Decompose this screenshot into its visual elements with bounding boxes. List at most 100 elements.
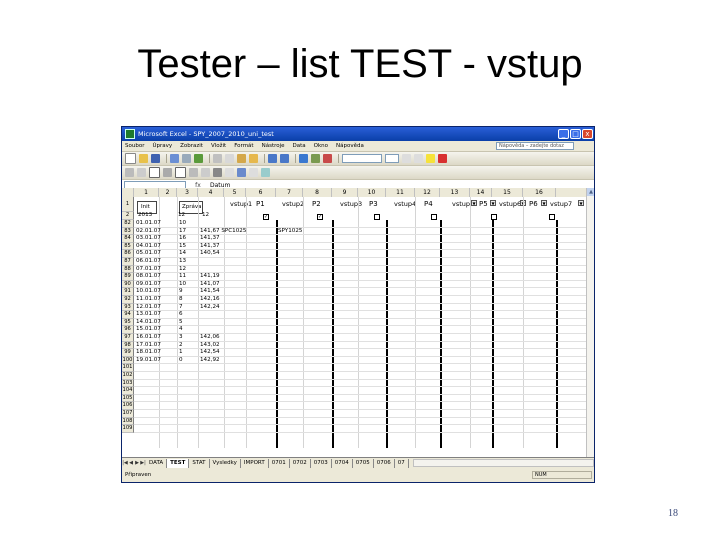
listbox-control-icon[interactable] — [175, 167, 186, 178]
groupbox-control-icon[interactable] — [137, 168, 146, 177]
font-color-icon[interactable] — [438, 154, 447, 163]
cell-date[interactable]: 11.01.07 — [136, 296, 161, 304]
menu-format[interactable]: Formát — [234, 143, 253, 149]
sheet-tab-07[interactable]: 07 — [395, 458, 409, 468]
sheet-tab-0704[interactable]: 0704 — [332, 458, 353, 468]
cell-counter[interactable]: 0 — [179, 357, 183, 365]
row-header-83[interactable]: 83 — [122, 227, 134, 236]
sheet-tab-0703[interactable]: 0703 — [311, 458, 332, 468]
row-header-109[interactable]: 109 — [122, 425, 134, 433]
scroll-up-icon[interactable]: ▲ — [587, 188, 594, 196]
cell-row2-b[interactable]: 12 — [178, 212, 185, 220]
code-icon[interactable] — [237, 168, 246, 177]
cell-counter[interactable]: 14 — [179, 250, 186, 258]
cell-vstup1[interactable]: 141,07 — [200, 281, 220, 289]
cell-counter[interactable]: 4 — [179, 326, 183, 334]
cell-vstup1[interactable]: 142,92 — [200, 357, 220, 365]
row-header-87[interactable]: 87 — [122, 258, 134, 266]
sheet-tab-import[interactable]: IMPORT — [241, 458, 269, 468]
row-header-107[interactable]: 107 — [122, 410, 134, 418]
cell-date[interactable]: 17.01.07 — [136, 342, 161, 350]
cell-row2-c[interactable]: 12 — [202, 212, 209, 220]
maximize-button[interactable]: □ — [570, 129, 581, 139]
row-header-2[interactable]: 2 — [122, 212, 134, 220]
checkbox-p6[interactable] — [549, 214, 555, 220]
cell-vstup1[interactable]: 142,06 — [200, 334, 220, 342]
cell-vstup1[interactable]: 141,37 — [200, 235, 220, 243]
font-size-select[interactable] — [385, 154, 399, 163]
cell-date[interactable]: 14.01.07 — [136, 319, 161, 327]
label-control-icon[interactable] — [125, 168, 134, 177]
fill-color-icon[interactable] — [426, 154, 435, 163]
run-dialog-icon[interactable] — [261, 168, 270, 177]
cell-date[interactable]: 07.01.07 — [136, 266, 161, 274]
cell-counter[interactable]: 6 — [179, 311, 183, 319]
open-icon[interactable] — [139, 154, 148, 163]
checkbox-p4[interactable] — [431, 214, 437, 220]
autosum-icon[interactable] — [299, 154, 308, 163]
sheet-tab-0701[interactable]: 0701 — [269, 458, 290, 468]
row-header-84[interactable]: 84 — [122, 235, 134, 243]
minimize-button[interactable]: _ — [558, 129, 569, 139]
cell-vstup1[interactable]: 142,54 — [200, 349, 220, 357]
menu-zobrazit[interactable]: Zobrazit — [180, 143, 203, 149]
spelling-icon[interactable] — [194, 154, 203, 163]
bold-icon[interactable] — [402, 154, 411, 163]
cut-icon[interactable] — [213, 154, 222, 163]
column-header-1[interactable]: 1 — [134, 188, 159, 197]
horizontal-scrollbar[interactable] — [412, 459, 594, 467]
row-header-104[interactable]: 104 — [122, 387, 134, 395]
print-icon[interactable] — [170, 154, 179, 163]
row-header-103[interactable]: 103 — [122, 379, 134, 388]
column-header-11[interactable]: 11 — [386, 188, 415, 197]
column-header-4[interactable]: 4 — [198, 188, 224, 197]
properties-icon[interactable] — [225, 168, 234, 177]
select-all-corner[interactable] — [122, 188, 134, 197]
menu-soubor[interactable]: Soubor — [125, 143, 144, 149]
menu-nastroje[interactable]: Nástroje — [262, 143, 285, 149]
checkbox-p2[interactable]: ✓ — [317, 214, 323, 220]
column-header-13[interactable]: 13 — [440, 188, 470, 197]
cell-counter[interactable]: 17 — [179, 228, 186, 236]
italic-icon[interactable] — [414, 154, 423, 163]
row-header-88[interactable]: 88 — [122, 265, 134, 274]
row-header-95[interactable]: 95 — [122, 318, 134, 327]
column-header-7[interactable]: 7 — [276, 188, 303, 197]
new-icon[interactable] — [125, 153, 136, 164]
cell-date[interactable]: 13.01.07 — [136, 311, 161, 319]
cell-date[interactable]: 10.01.07 — [136, 288, 161, 296]
cell-counter[interactable]: 13 — [179, 258, 186, 266]
row-header-106[interactable]: 106 — [122, 402, 134, 410]
filter-dropdown-5[interactable]: ▼ — [471, 200, 477, 206]
menu-okno[interactable]: Okno — [314, 143, 328, 149]
cell-date[interactable]: 01.01.07 — [136, 220, 161, 228]
row-header-89[interactable]: 89 — [122, 273, 134, 281]
close-button[interactable]: x — [582, 129, 593, 139]
cell-vstup2[interactable]: SPY1025 — [278, 228, 302, 236]
menu-vlozit[interactable]: Vložit — [211, 143, 226, 149]
cell-vstup1[interactable]: 141,19 — [200, 273, 220, 281]
row-header-108[interactable]: 108 — [122, 417, 134, 426]
row-header-94[interactable]: 94 — [122, 311, 134, 319]
scrollbar-control-icon[interactable] — [201, 168, 210, 177]
cell-counter[interactable]: 10 — [179, 220, 186, 228]
cell-date[interactable]: 03.01.07 — [136, 235, 161, 243]
paste-icon[interactable] — [237, 154, 246, 163]
sort-icon[interactable] — [311, 154, 320, 163]
option-control-icon[interactable] — [163, 168, 172, 177]
cell-counter[interactable]: 10 — [179, 281, 186, 289]
cell-counter[interactable]: 5 — [179, 319, 183, 327]
column-header-15[interactable]: 15 — [492, 188, 523, 197]
column-header-2[interactable]: 2 — [159, 188, 177, 197]
cell-date[interactable]: 04.01.07 — [136, 243, 161, 251]
cell-counter[interactable]: 11 — [179, 273, 186, 281]
cell-vstup1[interactable]: 142,16 — [200, 296, 220, 304]
cell-date[interactable]: 16.01.07 — [136, 334, 161, 342]
row-header-97[interactable]: 97 — [122, 334, 134, 342]
sheet-tab-stat[interactable]: STAT — [189, 458, 210, 468]
format-painter-icon[interactable] — [249, 154, 258, 163]
cell-vstup1[interactable]: 141,67 SPC1025 — [200, 228, 246, 236]
row-header-91[interactable]: 91 — [122, 288, 134, 296]
worksheet-grid[interactable]: 1 2 3 4 5 6 7 8 9 10 11 12 13 14 15 16 Init Zpráva vstu… — [122, 188, 588, 457]
chart-wizard-icon[interactable] — [323, 154, 332, 163]
